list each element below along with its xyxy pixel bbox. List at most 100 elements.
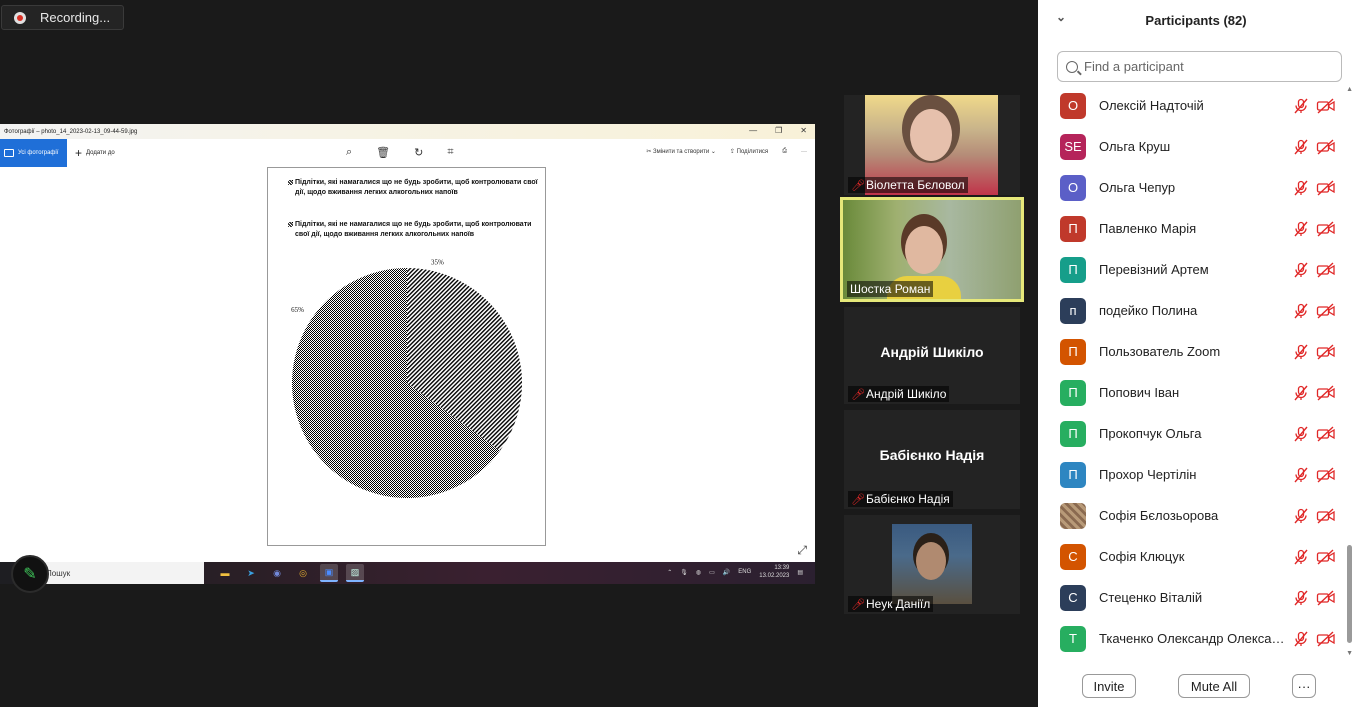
participant-row[interactable]: П Пользователь Zoom <box>1038 331 1354 372</box>
participant-name: Прокопчук Ольга <box>1099 426 1202 441</box>
participant-row[interactable]: Софія Бєлозьорова <box>1038 495 1354 536</box>
tray-battery-icon[interactable]: ▭ <box>709 569 715 576</box>
video-off-icon[interactable] <box>1316 220 1336 237</box>
participant-row[interactable]: П Павленко Марія <box>1038 208 1354 249</box>
zoom-app-icon[interactable]: ▣ <box>320 564 338 582</box>
participant-row[interactable]: П Прохор Чертілін <box>1038 454 1354 495</box>
photos-app-icon[interactable]: ▨ <box>346 564 364 582</box>
muted-mic-icon: 🎤︎ <box>851 494 865 506</box>
tray-chevron-icon[interactable]: ⌃ <box>667 569 672 576</box>
zoom-icon[interactable]: ⌕ <box>346 146 352 159</box>
edit-create-button[interactable]: ✂ Змінити та створити ⌄ <box>646 148 716 155</box>
muted-mic-icon[interactable] <box>1293 180 1309 196</box>
video-off-icon[interactable] <box>1316 630 1336 647</box>
muted-mic-icon[interactable] <box>1293 303 1309 319</box>
taskbar-search[interactable]: Пошук <box>38 562 204 584</box>
chrome-icon[interactable]: ◎ <box>294 564 312 582</box>
invite-button[interactable]: Invite <box>1082 674 1136 698</box>
video-tile[interactable]: Андрій Шикіло 🎤︎ Андрій Шикіло <box>844 307 1020 404</box>
video-off-icon[interactable] <box>1316 507 1336 524</box>
participant-name: Софія Бєлозьорова <box>1099 508 1219 523</box>
muted-mic-icon[interactable] <box>1293 467 1309 483</box>
video-name-tag: 🎤︎ Віолетта Бєловол <box>848 177 968 193</box>
minimize-icon[interactable]: — <box>749 126 757 135</box>
maximize-icon[interactable]: ❐ <box>775 126 782 135</box>
participant-row[interactable]: П Попович Іван <box>1038 372 1354 413</box>
photo-viewer: Підлітки, які намагалися що не будь зроб… <box>0 167 815 562</box>
tray-mic-icon[interactable]: 🎙 <box>680 569 688 576</box>
participant-row[interactable]: С Стеценко Віталій <box>1038 577 1354 618</box>
scroll-down-arrow-icon[interactable]: ▼ <box>1346 650 1353 657</box>
participant-search-input[interactable]: Find a participant <box>1057 51 1342 82</box>
video-off-icon[interactable] <box>1316 343 1336 360</box>
file-explorer-icon[interactable]: ▬ <box>216 564 234 582</box>
muted-mic-icon[interactable] <box>1293 508 1309 524</box>
muted-mic-icon[interactable] <box>1293 631 1309 647</box>
mute-all-button[interactable]: Mute All <box>1178 674 1250 698</box>
video-off-icon[interactable] <box>1316 179 1336 196</box>
chevron-down-icon[interactable]: ⌄ <box>1056 10 1066 24</box>
video-off-icon[interactable] <box>1316 384 1336 401</box>
video-off-icon[interactable] <box>1316 589 1336 606</box>
video-tile[interactable]: Бабієнко Надія 🎤︎ Бабієнко Надія <box>844 410 1020 509</box>
video-off-icon[interactable] <box>1316 425 1336 442</box>
muted-mic-icon[interactable] <box>1293 590 1309 606</box>
tray-volume-icon[interactable]: 🔊 <box>723 569 730 576</box>
more-button[interactable]: ··· <box>801 149 807 155</box>
delete-icon[interactable]: 🗑 <box>376 146 390 159</box>
tray-network-icon[interactable]: ◍ <box>696 569 701 576</box>
video-display-name: Андрій Шикіло <box>880 344 984 360</box>
video-off-icon[interactable] <box>1316 138 1336 155</box>
add-to-button[interactable]: + Додати до <box>75 146 115 160</box>
muted-mic-icon[interactable] <box>1293 262 1309 278</box>
video-off-icon[interactable] <box>1316 97 1336 114</box>
video-display-name: Бабієнко Надія <box>879 447 985 463</box>
discord-icon[interactable]: ◉ <box>268 564 286 582</box>
scrollbar-thumb[interactable] <box>1347 545 1352 643</box>
telegram-icon[interactable]: ➤ <box>242 564 260 582</box>
share-button[interactable]: ⇪ Поділитися <box>730 148 768 155</box>
video-off-icon[interactable] <box>1316 302 1336 319</box>
participant-row[interactable]: П Прокопчук Ольга <box>1038 413 1354 454</box>
tray-lang[interactable]: ENG <box>738 569 751 575</box>
participant-name: Софія Клюцук <box>1099 549 1185 564</box>
all-photos-button[interactable]: Усі фотографії <box>0 139 67 167</box>
video-tile[interactable]: 🎤︎ Віолетта Бєловол <box>844 95 1020 195</box>
muted-mic-icon[interactable] <box>1293 221 1309 237</box>
close-icon[interactable]: ✕ <box>800 126 807 135</box>
participant-row[interactable]: SE Ольга Круш <box>1038 126 1354 167</box>
recording-indicator[interactable]: Recording... <box>1 5 124 30</box>
taskbar-clock[interactable]: 13:39 13.02.2023 <box>759 564 789 580</box>
video-off-icon[interactable] <box>1316 261 1336 278</box>
print-icon[interactable]: ⎙ <box>782 148 787 155</box>
muted-mic-icon[interactable] <box>1293 344 1309 360</box>
rotate-icon[interactable]: ↻ <box>414 146 423 159</box>
all-photos-label: Усі фотографії <box>18 150 59 156</box>
expand-icon[interactable]: ⤢ <box>797 543 807 558</box>
crop-icon[interactable]: ⌗ <box>447 146 453 159</box>
video-off-icon[interactable] <box>1316 548 1336 565</box>
video-tile-active-speaker[interactable]: Шостка Роман <box>840 197 1024 302</box>
plus-icon: + <box>75 146 83 160</box>
annotate-pencil-icon[interactable]: ✎ <box>11 555 49 593</box>
video-tile[interactable]: 🎤︎ Неук Даніїл <box>844 515 1020 614</box>
muted-mic-icon[interactable] <box>1293 98 1309 114</box>
participant-row[interactable]: С Софія Клюцук <box>1038 536 1354 577</box>
muted-mic-icon: 🎤︎ <box>851 389 865 401</box>
participant-row[interactable]: П Перевізний Артем <box>1038 249 1354 290</box>
participant-name: Ольга Чепур <box>1099 180 1176 195</box>
muted-mic-icon[interactable] <box>1293 139 1309 155</box>
participant-row[interactable]: п подейко Полина <box>1038 290 1354 331</box>
notification-icon[interactable]: ▤ <box>797 569 803 576</box>
participant-name: подейко Полина <box>1099 303 1198 318</box>
participant-row[interactable]: Т Ткаченко Олександр Олександрович <box>1038 618 1354 659</box>
muted-mic-icon[interactable] <box>1293 549 1309 565</box>
video-name: Неук Даніїл <box>866 597 931 611</box>
recording-label: Recording... <box>40 10 111 25</box>
participant-row[interactable]: О Олексій Надточій <box>1038 85 1354 126</box>
muted-mic-icon[interactable] <box>1293 426 1309 442</box>
muted-mic-icon[interactable] <box>1293 385 1309 401</box>
participant-row[interactable]: О Ольга Чепур <box>1038 167 1354 208</box>
more-options-button[interactable]: ··· <box>1292 674 1316 698</box>
video-off-icon[interactable] <box>1316 466 1336 483</box>
